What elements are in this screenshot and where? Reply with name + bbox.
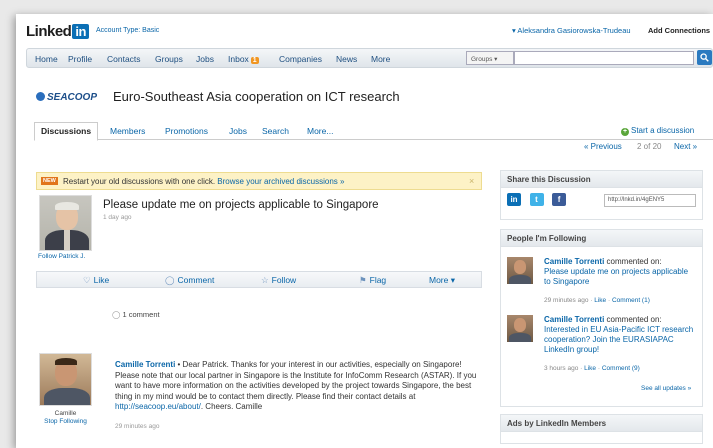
comment-body: Camille Torrenti • Dear Patrick. Thanks … — [115, 360, 477, 411]
following-box: People I'm Following Camille Torrenti co… — [500, 229, 703, 407]
feed-like-link[interactable]: Like — [584, 365, 596, 372]
star-icon: ☆ — [261, 275, 269, 285]
tab-promotions[interactable]: Promotions — [165, 126, 208, 136]
feed-author-link[interactable]: Camille Torrenti — [544, 315, 604, 324]
share-icons: in t f — [507, 193, 572, 206]
ads-box: Ads by LinkedIn Members — [500, 414, 703, 444]
start-discussion-link[interactable]: + Start a discussion — [621, 126, 694, 136]
search-scope-select[interactable]: Groups ▾ — [466, 51, 514, 65]
nav-profile[interactable]: Profile — [68, 54, 92, 64]
facebook-share-icon[interactable]: f — [552, 193, 567, 206]
main-nav: Home Profile Contacts Groups Jobs Inbox 1… — [26, 48, 713, 68]
add-connections-link[interactable]: Add Connections — [648, 26, 710, 35]
thumbs-up-icon: ♡ — [83, 275, 91, 285]
tab-members[interactable]: Members — [110, 126, 145, 136]
nav-news[interactable]: News — [336, 54, 357, 64]
nav-inbox[interactable]: Inbox 1 — [228, 54, 259, 64]
linkedin-page: Linked in Account Type: Basic ▾ Aleksandr… — [16, 14, 713, 448]
comment-author-link[interactable]: Camille Torrenti — [115, 360, 175, 369]
new-badge: NEW — [41, 177, 58, 185]
feed-avatar[interactable] — [507, 315, 533, 342]
feed-author-link[interactable]: Camille Torrenti — [544, 257, 604, 266]
tab-discussions[interactable]: Discussions — [34, 122, 99, 141]
commenter-name: Camille — [54, 410, 77, 417]
post-actions-bar: ♡ Like ◯ Comment ☆ Follow ⚑ Flag More ▾ — [36, 271, 482, 288]
see-all-updates-link[interactable]: See all updates » — [641, 385, 691, 392]
account-type[interactable]: Account Type: Basic — [96, 27, 159, 34]
pager-position: 2 of 20 — [637, 142, 662, 151]
feed-target-link[interactable]: Please update me on projects applicable … — [544, 267, 688, 286]
archived-discussions-link[interactable]: Browse your archived discussions » — [217, 177, 344, 186]
pager-previous[interactable]: « Previous — [584, 142, 622, 151]
post-timestamp: 1 day ago — [103, 214, 132, 221]
post-author-avatar[interactable] — [39, 195, 92, 251]
inbox-count-badge: 1 — [250, 57, 259, 64]
group-logo[interactable]: SEACOOP — [36, 92, 97, 103]
comment-url-link[interactable]: http://seacoop.eu/about/ — [115, 402, 201, 411]
flag-button[interactable]: ⚑ Flag — [359, 275, 386, 286]
restart-discussions-banner: NEW Restart your old discussions with on… — [36, 172, 482, 190]
share-box: Share this Discussion in t f http://lnkd… — [500, 170, 703, 220]
tab-jobs[interactable]: Jobs — [229, 126, 247, 136]
plus-icon: + — [621, 128, 629, 136]
twitter-share-icon[interactable]: t — [529, 193, 544, 206]
stop-following-link[interactable]: Stop Following — [39, 418, 92, 425]
ads-heading: Ads by LinkedIn Members — [501, 415, 702, 432]
feed-meta: 3 hours ago · Like · Comment (9) — [544, 365, 640, 372]
discussion-title[interactable]: Please update me on projects applicable … — [103, 199, 379, 211]
feed-meta: 29 minutes ago · Like · Comment (1) — [544, 297, 650, 304]
feed-item: Camille Torrenti commented on: Please up… — [507, 257, 697, 317]
speech-bubble-icon: ◯ — [112, 310, 121, 319]
feed-item: Camille Torrenti commented on: Intereste… — [507, 315, 697, 375]
follow-button[interactable]: ☆ Follow — [261, 275, 296, 286]
like-button[interactable]: ♡ Like — [83, 275, 109, 286]
nav-jobs[interactable]: Jobs — [196, 54, 214, 64]
nav-home[interactable]: Home — [35, 54, 58, 64]
group-tabs: Discussions Members Promotions Jobs Sear… — [34, 122, 713, 141]
search-button[interactable] — [697, 50, 712, 65]
share-heading: Share this Discussion — [501, 171, 702, 188]
feed-target-link[interactable]: Interested in EU Asia-Pacific ICT resear… — [544, 325, 693, 354]
search-icon — [700, 53, 709, 62]
feed-avatar[interactable] — [507, 257, 533, 284]
follow-author-link[interactable]: Follow Patrick J. — [38, 253, 85, 260]
top-bar: Linked in Account Type: Basic ▾ Aleksandr… — [16, 14, 713, 44]
linkedin-share-icon[interactable]: in — [507, 193, 521, 206]
speech-bubble-icon: ◯ — [165, 275, 175, 285]
pager-next[interactable]: Next » — [674, 142, 697, 151]
user-menu[interactable]: ▾ Aleksandra Gasiorowska-Trudeau — [512, 26, 631, 35]
feed-like-link[interactable]: Like — [594, 297, 606, 304]
banner-text: Restart your old discussions with one cl… — [63, 177, 345, 186]
comment-button[interactable]: ◯ Comment — [165, 275, 214, 286]
linkedin-logo[interactable]: Linked in — [26, 23, 89, 40]
tab-more[interactable]: More... — [307, 126, 333, 136]
comments-count[interactable]: ◯ 1 comment — [112, 310, 160, 319]
flag-icon: ⚑ — [359, 275, 367, 285]
commenter-avatar[interactable] — [39, 353, 92, 406]
search-input[interactable] — [514, 51, 694, 65]
comment-timestamp: 29 minutes ago — [115, 423, 160, 430]
nav-groups[interactable]: Groups — [155, 54, 183, 64]
close-icon[interactable]: × — [469, 176, 474, 186]
nav-companies[interactable]: Companies — [279, 54, 322, 64]
following-heading: People I'm Following — [501, 230, 702, 247]
nav-contacts[interactable]: Contacts — [107, 54, 141, 64]
more-actions-button[interactable]: More ▾ — [429, 275, 455, 286]
share-url-field[interactable]: http://lnkd.in/4gENY5 — [604, 194, 696, 207]
group-title[interactable]: Euro-Southeast Asia cooperation on ICT r… — [113, 89, 400, 104]
nav-more[interactable]: More — [371, 54, 390, 64]
feed-comments-link[interactable]: Comment (1) — [612, 297, 650, 304]
group-logo-icon — [36, 92, 45, 101]
tab-search[interactable]: Search — [262, 126, 289, 136]
feed-comments-link[interactable]: Comment (9) — [602, 365, 640, 372]
